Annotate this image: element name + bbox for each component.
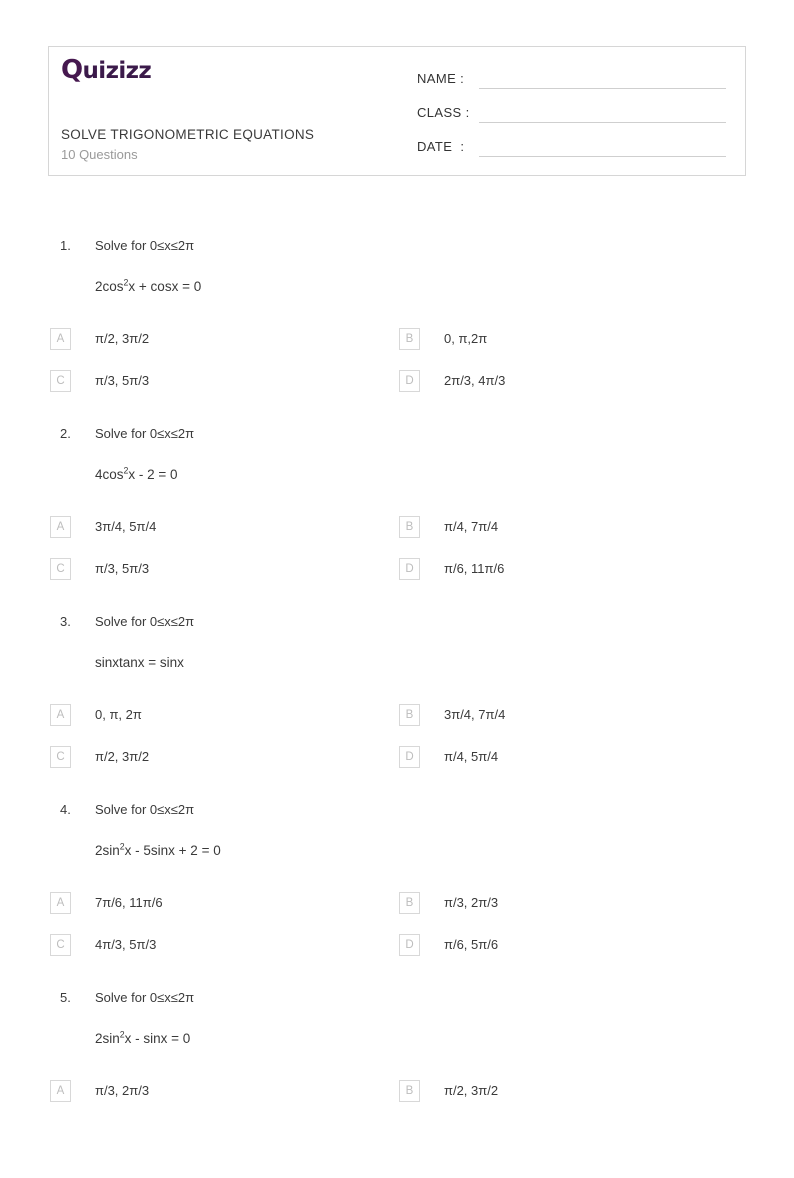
option-letter-box[interactable]: B xyxy=(399,328,420,350)
equation-tail: x - sinx = 0 xyxy=(124,1031,191,1046)
question-prompt: Solve for 0≤x≤2π xyxy=(95,802,195,817)
logo-q-glyph: Q xyxy=(61,55,83,85)
option-text: 4π/3, 5π/3 xyxy=(95,937,157,952)
question-prompt: Solve for 0≤x≤2π xyxy=(95,426,195,441)
option-letter-box[interactable]: C xyxy=(50,370,71,392)
question-equation: 2sin2x - sinx = 0 xyxy=(95,1030,191,1046)
date-input-line[interactable] xyxy=(479,156,726,157)
option-letter-box[interactable]: D xyxy=(399,746,420,768)
name-field-row: NAME : xyxy=(417,67,737,101)
question-equation: 4cos2x - 2 = 0 xyxy=(95,466,178,482)
option-text: π/6, 5π/6 xyxy=(444,937,499,952)
option-text: π/3, 5π/3 xyxy=(95,561,150,576)
option-text: 3π/4, 7π/4 xyxy=(444,707,506,722)
option-text: 0, π, 2π xyxy=(95,707,142,722)
option-letter-box[interactable]: A xyxy=(50,328,71,350)
option-text: π/2, 3π/2 xyxy=(95,749,150,764)
quizizz-logo: Quizizz xyxy=(61,55,152,85)
date-field-row: DATE : xyxy=(417,135,737,169)
option-text: π/3, 2π/3 xyxy=(95,1083,150,1098)
name-input-line[interactable] xyxy=(479,88,726,89)
question-block: 5. Solve for 0≤x≤2π 2sin2x - sinx = 0 Aπ/3,… xyxy=(0,990,794,1178)
student-info-fields: NAME : CLASS : DATE : xyxy=(417,67,737,169)
question-equation: sinxtanx = sinx xyxy=(95,655,184,670)
equation-base: 2cos xyxy=(95,279,124,294)
option-letter-box[interactable]: B xyxy=(399,892,420,914)
question-prompt: Solve for 0≤x≤2π xyxy=(95,990,195,1005)
class-input-line[interactable] xyxy=(479,122,726,123)
option-letter-box[interactable]: C xyxy=(50,934,71,956)
option-text: 3π/4, 5π/4 xyxy=(95,519,157,534)
question-number: 1. xyxy=(60,238,71,253)
option-text: π/6, 11π/6 xyxy=(444,561,505,576)
option-text: π/3, 2π/3 xyxy=(444,895,499,910)
question-block: 4. Solve for 0≤x≤2π 2sin2x - 5sinx + 2 = 0… xyxy=(0,802,794,990)
question-number: 3. xyxy=(60,614,71,629)
option-text: π/2, 3π/2 xyxy=(95,331,150,346)
question-prompt: Solve for 0≤x≤2π xyxy=(95,238,195,253)
option-letter-box[interactable]: C xyxy=(50,746,71,768)
option-text: π/4, 5π/4 xyxy=(444,749,499,764)
option-letter-box[interactable]: B xyxy=(399,516,420,538)
equation-tail: x + cosx = 0 xyxy=(128,279,202,294)
class-field-row: CLASS : xyxy=(417,101,737,135)
equation-base: sinxtanx = sinx xyxy=(95,655,184,670)
page-title: SOLVE TRIGONOMETRIC EQUATIONS xyxy=(61,127,315,142)
option-text: π/3, 5π/3 xyxy=(95,373,150,388)
option-text: 2π/3, 4π/3 xyxy=(444,373,506,388)
question-number: 5. xyxy=(60,990,71,1005)
question-count: 10 Questions xyxy=(61,147,138,162)
header-left-block: Quizizz xyxy=(61,57,411,83)
option-letter-box[interactable]: A xyxy=(50,1080,71,1102)
date-field-label: DATE : xyxy=(417,139,465,154)
option-text: 7π/6, 11π/6 xyxy=(95,895,163,910)
option-letter-box[interactable]: A xyxy=(50,704,71,726)
question-block: 3. Solve for 0≤x≤2π sinxtanx = sinx A 0, π, … xyxy=(0,614,794,802)
equation-base: 4cos xyxy=(95,467,124,482)
question-equation: 2sin2x - 5sinx + 2 = 0 xyxy=(95,842,221,858)
option-letter-box[interactable]: B xyxy=(399,704,420,726)
class-field-label: CLASS : xyxy=(417,105,470,120)
name-field-label: NAME : xyxy=(417,71,465,86)
option-text: π/4, 7π/4 xyxy=(444,519,499,534)
question-block: 1. Solve for 0≤x≤2π 2cos2x + cosx = 0 Aπ/2,… xyxy=(0,238,794,426)
worksheet-page: Quizizz SOLVE TRIGONOMETRIC EQUATIONS 10… xyxy=(0,0,794,1123)
question-number: 2. xyxy=(60,426,71,441)
question-number: 4. xyxy=(60,802,71,817)
option-text: 0, π,2π xyxy=(444,331,488,346)
option-letter-box[interactable]: D xyxy=(399,370,420,392)
logo-wordmark: uizizz xyxy=(82,58,152,84)
option-letter-box[interactable]: D xyxy=(399,934,420,956)
question-block: 2. Solve for 0≤x≤2π 4cos2x - 2 = 0 A 3π/4, 5… xyxy=(0,426,794,614)
option-letter-box[interactable]: D xyxy=(399,558,420,580)
question-equation: 2cos2x + cosx = 0 xyxy=(95,278,202,294)
worksheet-header-card: Quizizz SOLVE TRIGONOMETRIC EQUATIONS 10… xyxy=(48,46,746,176)
option-letter-box[interactable]: A xyxy=(50,516,71,538)
question-prompt: Solve for 0≤x≤2π xyxy=(95,614,195,629)
option-text: π/2, 3π/2 xyxy=(444,1083,499,1098)
equation-base: 2sin xyxy=(95,843,120,858)
equation-tail: x - 2 = 0 xyxy=(128,467,178,482)
equation-base: 2sin xyxy=(95,1031,120,1046)
equation-tail: x - 5sinx + 2 = 0 xyxy=(124,843,221,858)
option-letter-box[interactable]: C xyxy=(50,558,71,580)
option-letter-box[interactable]: A xyxy=(50,892,71,914)
option-letter-box[interactable]: B xyxy=(399,1080,420,1102)
